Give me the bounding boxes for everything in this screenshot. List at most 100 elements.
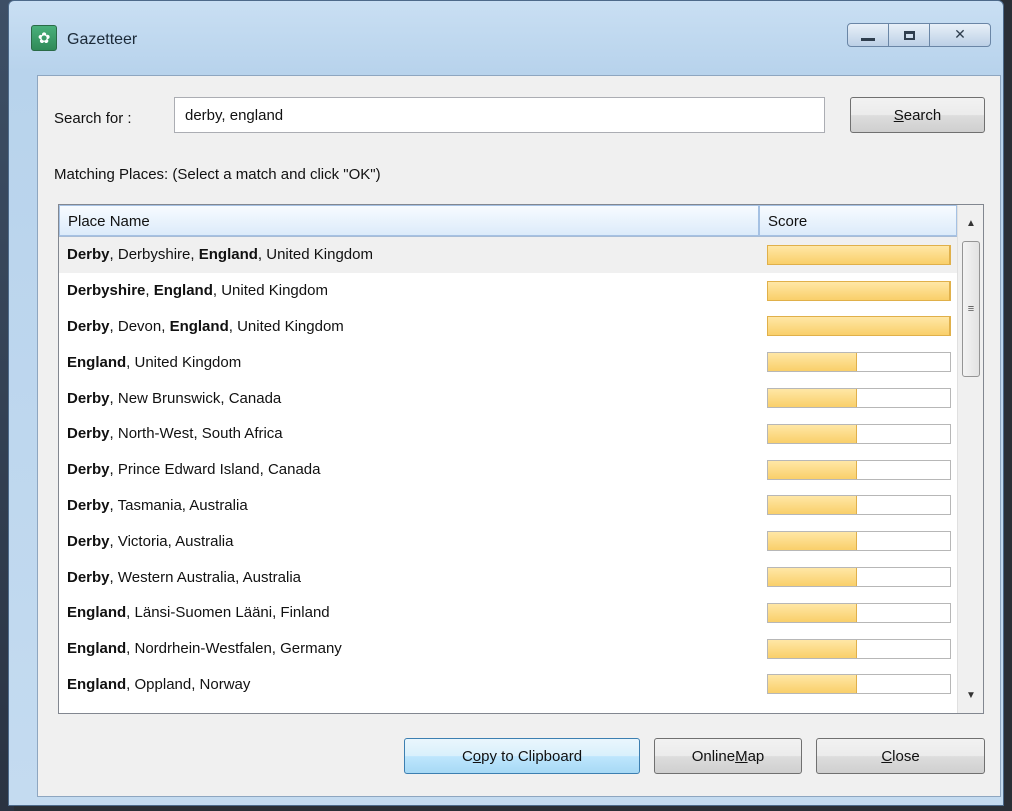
close-button[interactable]: Close	[816, 738, 985, 774]
search-label: Search for :	[54, 110, 132, 127]
place-name-cell: England, Oppland, Norway	[67, 676, 250, 693]
search-input[interactable]	[174, 97, 825, 133]
online-map-button[interactable]: Online Map	[654, 738, 802, 774]
place-name-match: England	[198, 246, 258, 264]
map-label-accel: M	[735, 747, 748, 765]
dialog-body: Search for : Search Matching Places: (Se…	[37, 75, 1001, 797]
place-name-cell: England, Nordrhein-Westfalen, Germany	[67, 640, 342, 657]
close-window-button[interactable]: ✕	[929, 23, 991, 47]
table-row[interactable]: Derby, Devon, England, United Kingdom	[59, 309, 957, 345]
place-name-match: England	[67, 675, 127, 693]
score-bar-fill	[768, 353, 858, 372]
column-header-score[interactable]: Score	[759, 205, 957, 236]
minimize-icon	[861, 37, 875, 41]
place-name-match: Derby	[67, 389, 110, 407]
close-icon: ✕	[954, 27, 966, 43]
score-bar	[767, 531, 951, 552]
table-row[interactable]: Derby, Tasmania, Australia	[59, 488, 957, 524]
copy-to-clipboard-button[interactable]: Co py to Clipboard	[404, 738, 640, 774]
scroll-down-icon[interactable]: ▼	[958, 683, 983, 709]
table-row[interactable]: England, United Kingdom	[59, 344, 957, 380]
scroll-up-icon[interactable]: ▲	[958, 211, 983, 237]
table-row[interactable]: Derbyshire, England, United Kingdom	[59, 273, 957, 309]
place-name-cell: England, United Kingdom	[67, 354, 241, 371]
table-row[interactable]: Derby, Western Australia, Australia	[59, 559, 957, 595]
score-bar	[767, 388, 951, 409]
table-row[interactable]: Derby, Victoria, Australia	[59, 523, 957, 559]
globe-leaf-icon: ✿	[31, 25, 57, 51]
results-table: Place Name Score Derby, Derbyshire, Engl…	[58, 204, 984, 714]
score-bar	[767, 602, 951, 623]
place-name-match: Derby	[67, 568, 110, 586]
table-row[interactable]: England, Nordrhein-Westfalen, Germany	[59, 631, 957, 667]
copy-label-pre: C	[461, 747, 473, 765]
score-bar-fill	[768, 568, 858, 587]
place-name-text: , United Kingdom	[228, 317, 344, 335]
scrollbar-thumb[interactable]: ≡	[962, 241, 980, 377]
place-name-text: , Oppland, Norway	[126, 675, 251, 693]
place-name-match: Derby	[67, 496, 110, 514]
table-header: Place Name Score	[59, 205, 957, 237]
place-name-match: England	[67, 353, 127, 371]
place-name-cell: Derbyshire, England, United Kingdom	[67, 282, 328, 299]
place-name-text: , Derbyshire,	[109, 246, 199, 264]
place-name-text: , United Kingdom	[126, 353, 242, 371]
maximize-icon	[903, 30, 915, 40]
score-bar-fill	[768, 317, 950, 336]
place-name-match: England	[67, 640, 127, 658]
vertical-scrollbar[interactable]: ▲ ≡ ▼	[957, 205, 983, 713]
score-bar-fill	[768, 424, 858, 443]
place-name-text: , United Kingdom	[257, 246, 373, 264]
table-row[interactable]: Derby, Prince Edward Island, Canada	[59, 452, 957, 488]
score-bar	[767, 316, 951, 337]
score-bar-fill	[768, 389, 858, 408]
place-name-match: Derby	[67, 461, 110, 479]
score-bar	[767, 459, 951, 480]
place-name-text: , North-West, South Africa	[109, 425, 283, 443]
score-bar-fill	[768, 532, 858, 551]
score-bar-fill	[768, 603, 858, 622]
score-bar	[767, 495, 951, 516]
score-bar	[767, 280, 951, 301]
place-name-match: Derbyshire	[67, 282, 146, 300]
place-name-cell: Derby, Western Australia, Australia	[67, 569, 301, 586]
search-button-label: earch	[903, 106, 942, 124]
search-button-accel: S	[893, 106, 904, 124]
place-name-cell: Derby, Devon, England, United Kingdom	[67, 318, 344, 335]
place-name-match: Derby	[67, 532, 110, 550]
score-bar	[767, 638, 951, 659]
window-controls: ✕	[847, 23, 991, 47]
table-row[interactable]: Derby, New Brunswick, Canada	[59, 380, 957, 416]
place-name-text: , Tasmania, Australia	[109, 496, 248, 514]
title-bar[interactable]: ✿ Gazetteer ✕	[9, 1, 1003, 51]
map-label-post: ap	[747, 747, 765, 765]
gazetteer-window: ✿ Gazetteer ✕ Search for : Search Matchi…	[8, 0, 1004, 806]
table-row[interactable]: England, Oppland, Norway	[59, 667, 957, 703]
table-row[interactable]: Derby, Derbyshire, England, United Kingd…	[59, 237, 957, 273]
column-header-place-name[interactable]: Place Name	[59, 205, 759, 236]
score-bar	[767, 423, 951, 444]
maximize-button[interactable]	[888, 23, 930, 47]
place-name-text: , Länsi-Suomen Lääni, Finland	[126, 604, 330, 622]
place-name-match: England	[169, 317, 229, 335]
close-label-post: lose	[892, 747, 920, 765]
place-name-cell: Derby, Derbyshire, England, United Kingd…	[67, 246, 373, 263]
place-name-text: ,	[145, 282, 154, 300]
minimize-button[interactable]	[847, 23, 889, 47]
score-bar	[767, 674, 951, 695]
score-bar-fill	[768, 281, 950, 300]
close-label-accel: C	[881, 747, 893, 765]
table-row[interactable]: Derby, North-West, South Africa	[59, 416, 957, 452]
table-row[interactable]: England, Länsi-Suomen Lääni, Finland	[59, 595, 957, 631]
place-name-match: Derby	[67, 246, 110, 264]
score-bar-fill	[768, 460, 858, 479]
table-rows: Derby, Derbyshire, England, United Kingd…	[59, 237, 957, 702]
score-bar-fill	[768, 675, 858, 694]
place-name-match: Derby	[67, 425, 110, 443]
place-name-text: , Devon,	[109, 317, 170, 335]
place-name-match: England	[67, 604, 127, 622]
search-button[interactable]: Search	[850, 97, 985, 133]
place-name-text: , Western Australia, Australia	[109, 568, 302, 586]
copy-label-accel: o	[472, 747, 482, 765]
place-name-text: , United Kingdom	[212, 282, 328, 300]
